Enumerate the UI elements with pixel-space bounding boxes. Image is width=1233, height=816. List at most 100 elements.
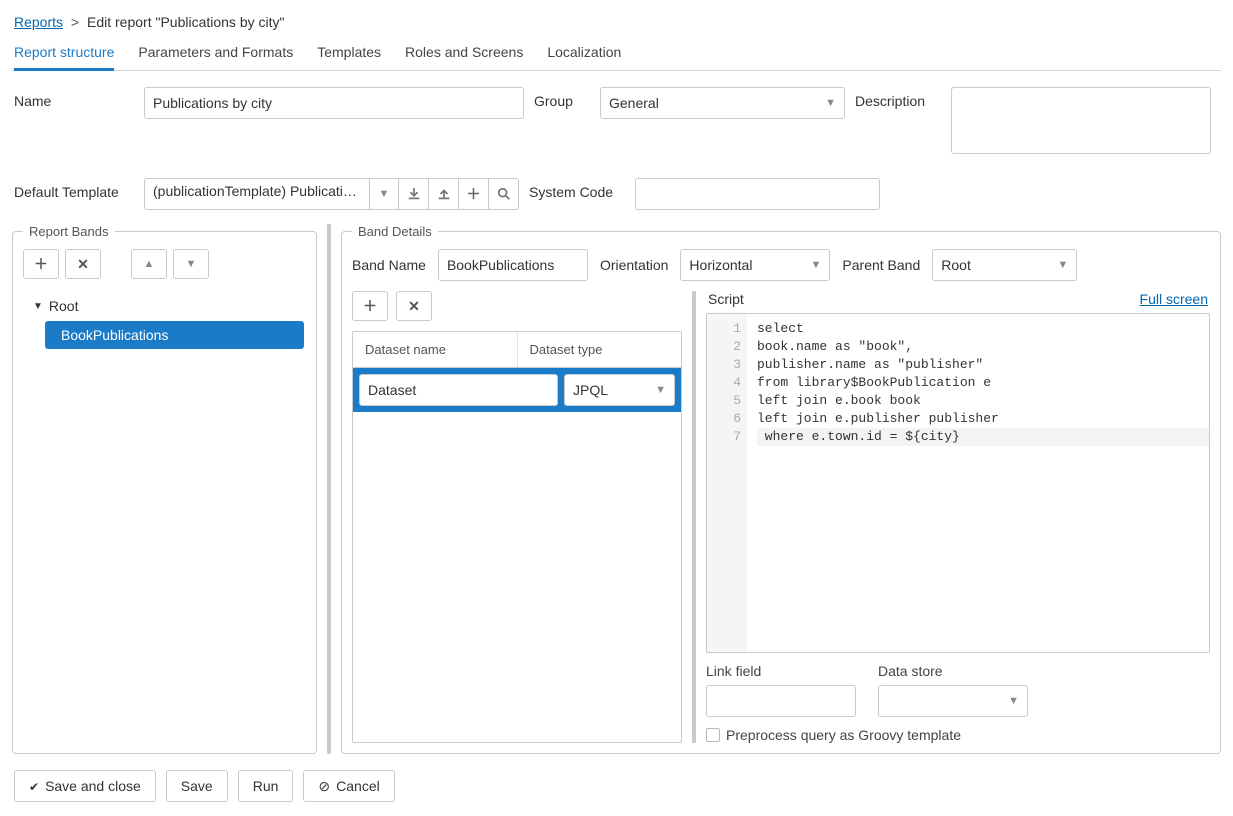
remove-dataset-button[interactable]: ✕: [396, 291, 432, 321]
work-area: Report Bands ＋ ✕ ▲ ▼ ▼ Root BookPublicat…: [12, 224, 1221, 754]
data-store-label: Data store: [878, 663, 1028, 681]
chevron-up-icon: ▲: [144, 258, 155, 270]
name-input[interactable]: [144, 87, 524, 119]
check-icon: [29, 778, 39, 794]
cancel-label: Cancel: [336, 778, 380, 794]
save-and-close-label: Save and close: [45, 778, 141, 794]
add-dataset-button[interactable]: ＋: [352, 291, 388, 321]
chevron-down-icon: ▼: [186, 258, 197, 270]
tab-templates[interactable]: Templates: [317, 38, 381, 70]
col-dataset-name[interactable]: Dataset name: [353, 332, 518, 367]
preprocess-label: Preprocess query as Groovy template: [726, 727, 961, 743]
tree-node-bookpublications[interactable]: BookPublications: [45, 321, 304, 349]
orientation-select[interactable]: Horizontal ▼: [680, 249, 830, 281]
action-bar: Save and close Save Run Cancel: [12, 754, 1221, 806]
cancel-button[interactable]: Cancel: [303, 770, 394, 802]
add-band-button[interactable]: ＋: [23, 249, 59, 279]
plus-icon: ＋: [363, 296, 377, 316]
band-details-legend: Band Details: [352, 224, 438, 239]
default-template-dropdown[interactable]: ▼: [369, 178, 399, 210]
tab-parameters-formats[interactable]: Parameters and Formats: [138, 38, 293, 70]
chevron-down-icon: ▼: [811, 259, 822, 271]
below-script-row: Link field Data store ▼: [706, 653, 1210, 717]
breadcrumb-current: Edit report "Publications by city": [87, 14, 284, 30]
group-select-value: General: [609, 95, 659, 111]
add-template-button[interactable]: ＋: [459, 178, 489, 210]
band-name-label: Band Name: [352, 257, 426, 273]
system-code-input[interactable]: [635, 178, 880, 210]
x-icon: ✕: [77, 256, 89, 273]
breadcrumb-root-link[interactable]: Reports: [14, 14, 63, 30]
band-form: Band Name Orientation Horizontal ▼ Paren…: [352, 249, 1210, 281]
dataset-table: Dataset name Dataset type JPQL ▼: [352, 331, 682, 743]
description-textarea[interactable]: [951, 87, 1211, 154]
tree-node-label: Root: [49, 298, 79, 314]
breadcrumb: Reports > Edit report "Publications by c…: [12, 10, 1221, 38]
group-select[interactable]: General ▼: [600, 87, 845, 119]
parent-band-label: Parent Band: [842, 257, 920, 273]
fullscreen-link[interactable]: Full screen: [1140, 291, 1208, 307]
chevron-down-icon: ▼: [1057, 259, 1068, 271]
default-template-combo: (publicationTemplate) Publications by ci…: [144, 178, 519, 210]
script-editor[interactable]: 1234567 selectbook.name as "book",publis…: [706, 313, 1210, 653]
default-template-input[interactable]: (publicationTemplate) Publications by ci…: [144, 178, 369, 210]
band-name-input[interactable]: [438, 249, 588, 281]
report-bands-toolbar: ＋ ✕ ▲ ▼: [23, 249, 306, 279]
download-template-button[interactable]: [399, 178, 429, 210]
details-columns: ＋ ✕ Dataset name Dataset type JPQL ▼: [352, 291, 1210, 743]
report-bands-panel: Report Bands ＋ ✕ ▲ ▼ ▼ Root BookPublicat…: [12, 224, 317, 754]
remove-band-button[interactable]: ✕: [65, 249, 101, 279]
save-button[interactable]: Save: [166, 770, 228, 802]
tree-node-label: BookPublications: [61, 327, 168, 343]
tab-roles-screens[interactable]: Roles and Screens: [405, 38, 523, 70]
parent-band-select[interactable]: Root ▼: [932, 249, 1077, 281]
code-body[interactable]: selectbook.name as "book",publisher.name…: [747, 314, 1209, 652]
chevron-down-icon: ▼: [1008, 695, 1019, 707]
link-field-input[interactable]: [706, 685, 856, 717]
parent-band-value: Root: [941, 257, 971, 273]
dataset-row[interactable]: JPQL ▼: [353, 368, 681, 412]
bands-tree: ▼ Root BookPublications: [23, 289, 306, 353]
inner-splitter[interactable]: [692, 291, 696, 743]
form-top: Name Group General ▼ Description Default…: [12, 71, 1221, 224]
ban-icon: [318, 778, 330, 795]
tab-localization[interactable]: Localization: [547, 38, 621, 70]
plus-icon: ＋: [467, 184, 481, 204]
system-code-label: System Code: [529, 178, 625, 200]
dataset-type-select[interactable]: JPQL ▼: [564, 374, 675, 406]
dataset-name-input[interactable]: [359, 374, 558, 406]
plus-icon: ＋: [34, 254, 48, 274]
save-and-close-button[interactable]: Save and close: [14, 770, 156, 802]
report-bands-legend: Report Bands: [23, 224, 115, 239]
data-store-select[interactable]: ▼: [878, 685, 1028, 717]
default-template-label: Default Template: [14, 178, 134, 200]
preprocess-checkbox[interactable]: [706, 728, 720, 742]
chevron-down-icon: ▼: [379, 188, 390, 200]
tab-bar: Report structure Parameters and Formats …: [12, 38, 1221, 71]
name-label: Name: [14, 87, 134, 109]
download-icon: [407, 187, 421, 201]
upload-icon: [437, 187, 451, 201]
tree-node-root[interactable]: ▼ Root: [25, 293, 304, 319]
line-gutter: 1234567: [707, 314, 747, 652]
upload-template-button[interactable]: [429, 178, 459, 210]
move-band-up-button[interactable]: ▲: [131, 249, 167, 279]
col-dataset-type[interactable]: Dataset type: [518, 332, 682, 367]
run-button[interactable]: Run: [238, 770, 294, 802]
browse-template-button[interactable]: [489, 178, 519, 210]
preprocess-row: Preprocess query as Groovy template: [706, 717, 1210, 743]
link-field-label: Link field: [706, 663, 856, 681]
vertical-splitter[interactable]: [327, 224, 331, 754]
chevron-down-icon: ▼: [825, 97, 836, 109]
orientation-value: Horizontal: [689, 257, 752, 273]
dataset-toolbar: ＋ ✕: [352, 291, 682, 321]
orientation-label: Orientation: [600, 257, 668, 273]
tab-report-structure[interactable]: Report structure: [14, 38, 114, 70]
chevron-down-icon: ▼: [655, 384, 666, 396]
script-label: Script: [708, 291, 744, 307]
caret-down-icon: ▼: [33, 301, 43, 312]
description-label: Description: [855, 87, 941, 109]
search-icon: [497, 187, 511, 201]
dataset-column: ＋ ✕ Dataset name Dataset type JPQL ▼: [352, 291, 682, 743]
move-band-down-button[interactable]: ▼: [173, 249, 209, 279]
